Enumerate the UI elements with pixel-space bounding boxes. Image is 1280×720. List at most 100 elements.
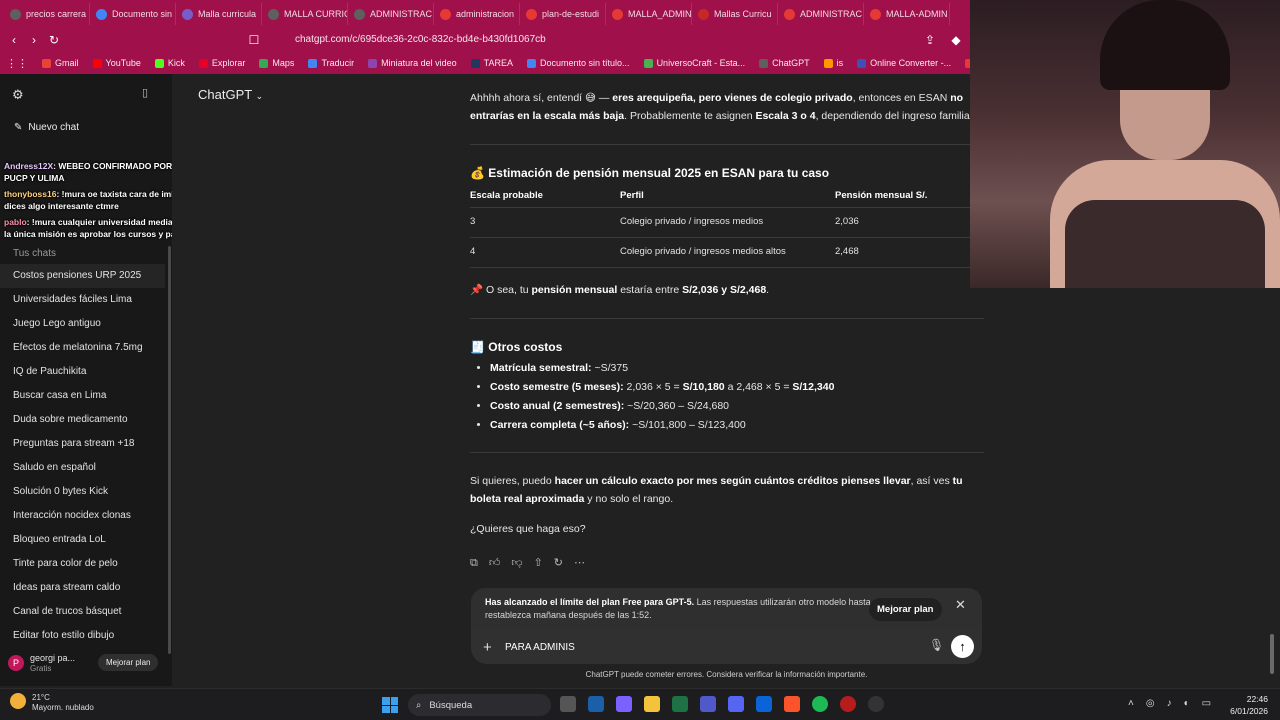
chat-list-item[interactable]: Tinte para color de pelo [0, 552, 165, 576]
regenerate-icon[interactable]: ↻ [554, 554, 563, 572]
address-bar[interactable]: chatgpt.com/c/695dce36-2c0c-832c-bd4e-b4… [295, 34, 546, 45]
bookmark-item[interactable]: Maps [259, 58, 294, 68]
plus-icon[interactable]: + [483, 639, 497, 656]
chat-list-item[interactable]: Costos pensiones URP 2025 [0, 264, 165, 288]
pension-table: Escala probable Perfil Pensión mensual S… [470, 185, 984, 268]
mail-icon[interactable] [756, 696, 772, 712]
weather-widget[interactable]: 21°C Mayorm. nublado [10, 693, 94, 713]
reload-icon[interactable]: ↻ [44, 33, 64, 47]
bookmark-item[interactable]: is [823, 58, 843, 68]
forward-icon[interactable]: › [24, 33, 44, 47]
bookmark-icon[interactable]: ☐ [244, 33, 264, 47]
volume-icon[interactable]: ◐ [1184, 698, 1190, 709]
toggle-sidebar-icon[interactable]: ▯ [142, 86, 148, 99]
chat-list-item[interactable]: Duda sobre medicamento [0, 408, 165, 432]
chat-list-item[interactable]: Bloqueo entrada LoL [0, 528, 165, 552]
obs-icon[interactable] [868, 696, 884, 712]
thumbs-down-icon[interactable]: 👎︎ [511, 554, 522, 572]
sidebar-upgrade-button[interactable]: Mejorar plan [98, 654, 159, 671]
teams-icon[interactable] [700, 696, 716, 712]
clock[interactable]: 22:46 6/01/2026 [1228, 693, 1268, 717]
chat-list-item[interactable]: Interacción nocidex clonas [0, 504, 165, 528]
bookmark-label: UniversoCraft - Esta... [656, 58, 746, 68]
bookmark-item[interactable]: ChatGPT [759, 58, 810, 68]
browser-tab[interactable]: Documento sin [90, 3, 176, 25]
bold-text: eres arequipeña, pero vienes de colegio … [612, 92, 853, 104]
browser-tab[interactable]: MALLA-ADMIN [864, 3, 950, 25]
bookmark-item[interactable]: Miniatura del video [368, 58, 457, 68]
bookmark-item[interactable]: Documento sin título... [527, 58, 630, 68]
pdf-icon [612, 8, 623, 20]
browser-tab[interactable]: ADMINISTRAC [778, 3, 864, 25]
microphone-icon[interactable]: 🎙︎ [929, 638, 944, 652]
openai-logo-icon[interactable]: ⚙ [12, 87, 24, 102]
app-icon[interactable] [840, 696, 856, 712]
chat-list-item[interactable]: Preguntas para stream +18 [0, 432, 165, 456]
table-cell: 2,036 [835, 207, 984, 238]
discord-icon[interactable] [728, 696, 744, 712]
back-icon[interactable]: ‹ [4, 33, 24, 47]
bookmark-item[interactable]: UniversoCraft - Esta... [643, 58, 746, 68]
browser-tab[interactable]: Mallas Curricu [692, 3, 778, 25]
chat-list-item[interactable]: IQ de Pauchikita [0, 360, 165, 384]
temperature: 21°C [32, 693, 50, 702]
battery-icon[interactable]: ▭ [1202, 698, 1211, 709]
browser-tab[interactable]: administracion [434, 3, 520, 25]
user-menu[interactable]: P georgi pa... Gratis Mejorar plan [8, 650, 168, 676]
message-input[interactable] [505, 641, 895, 653]
task-view-icon[interactable] [560, 696, 576, 712]
chat-list-item[interactable]: Editar foto estilo dibujo [0, 624, 165, 648]
chevron-up-icon[interactable]: ˄ [1128, 698, 1134, 709]
browser-tab[interactable]: MALLA_ADMIN [606, 3, 692, 25]
spotify-icon[interactable] [812, 696, 828, 712]
chat-list-item[interactable]: Canal de trucos básquet [0, 600, 165, 624]
browser-tab[interactable]: precios carrera [4, 3, 90, 25]
taskbar-apps [560, 696, 884, 712]
chat-list-item[interactable]: Saludo en español [0, 456, 165, 480]
copy-icon[interactable]: ⧉ [470, 554, 478, 572]
more-icon[interactable]: ⋯ [574, 554, 585, 572]
start-button[interactable] [382, 697, 398, 713]
main-scrollbar[interactable] [1270, 634, 1274, 674]
network-icon[interactable]: ◎ [1146, 698, 1155, 709]
browser-tab[interactable]: Malla curricula [176, 3, 262, 25]
thumbs-up-icon[interactable]: 👍︎ [489, 554, 501, 572]
browser-tab[interactable]: ADMINISTRAC [348, 3, 434, 25]
text: , así ves [910, 475, 953, 487]
steam-icon[interactable] [588, 696, 604, 712]
chat-list-item[interactable]: Universidades fáciles Lima [0, 288, 165, 312]
brave-icon[interactable] [784, 696, 800, 712]
upgrade-plan-button[interactable]: Mejorar plan [869, 598, 942, 621]
file-explorer-icon[interactable] [644, 696, 660, 712]
chat-list-item[interactable]: Buscar casa en Lima [0, 384, 165, 408]
share-icon[interactable]: ⇪ [920, 33, 940, 47]
bookmark-item[interactable]: Gmail [42, 58, 79, 68]
sidebar-scrollbar[interactable] [168, 246, 171, 654]
chat-list-item[interactable]: Solución 0 bytes Kick [0, 480, 165, 504]
taskbar-search[interactable]: ⌕ Búsqueda [408, 694, 551, 716]
new-chat-button[interactable]: ✎ Nuevo chat [14, 122, 79, 133]
close-icon[interactable]: ✕ [955, 598, 966, 611]
excel-icon[interactable] [672, 696, 688, 712]
browser-tab[interactable]: plan-de-estudi [520, 3, 606, 25]
model-selector[interactable]: ChatGPT ⌄ [198, 87, 263, 102]
bookmark-item[interactable]: Explorar [198, 58, 245, 68]
apps-grid-icon[interactable]: ⋮⋮ [6, 57, 28, 70]
send-button[interactable]: ↑ [951, 635, 974, 658]
bookmark-item[interactable]: TAREA [470, 58, 513, 68]
extension-icon[interactable]: ◆ [946, 33, 966, 47]
column-header: Perfil [620, 185, 835, 208]
chat-list-item[interactable]: Ideas para stream caldo [0, 576, 165, 600]
chat-list-item[interactable]: Efectos de melatonina 7.5mg [0, 336, 165, 360]
time: 22:46 [1246, 694, 1268, 704]
bookmark-item[interactable]: Online Converter -... [857, 58, 951, 68]
mic-icon[interactable]: ♪ [1167, 698, 1172, 709]
copilot-icon[interactable] [616, 696, 632, 712]
bookmark-item[interactable]: YouTube [92, 58, 141, 68]
share-icon[interactable]: ⇧ [534, 554, 543, 572]
bookmark-item[interactable]: Kick [154, 58, 185, 68]
costs-list: Matrícula semestral: ~S/375 Costo semest… [490, 359, 834, 435]
chat-list-item[interactable]: Juego Lego antiguo [0, 312, 165, 336]
bookmark-item[interactable]: Traducir [308, 58, 354, 68]
browser-tab[interactable]: MALLA CURRIC [262, 3, 348, 25]
